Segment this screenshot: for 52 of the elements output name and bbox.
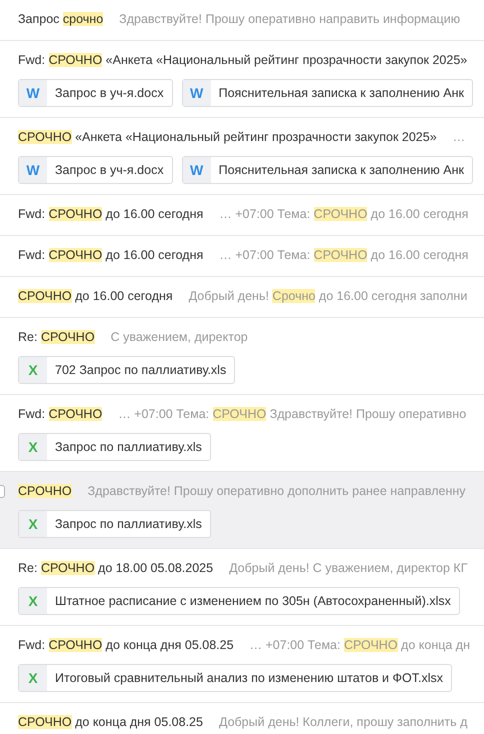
message-subject: СРОЧНО [18,483,72,500]
checkbox[interactable] [0,485,5,498]
message-preview: … +07:00 Тема: СРОЧНО до конца дн [250,637,470,654]
message-subject: Fwd: СРОЧНО [18,406,102,423]
message-subject: СРОЧНО до 16.00 сегодня [18,288,173,305]
attachment-name: Запрос в уч-я.docx [54,84,165,102]
message-preview: Добрый день! С уважением, директор КГ [229,560,468,577]
message-preview: Здравствуйте! Прошу оперативно направить информацию [119,11,460,28]
message-preview: … +07:00 Тема: СРОЧНО Здравствуйте! Прошу оперативно [118,406,466,423]
message-subject: Fwd: СРОЧНО до конца дня 05.08.25 [18,637,234,654]
attachment-chip[interactable]: X Штатное расписание с изменением по 305н (Автосохраненный).xlsx [18,587,460,615]
attachment-name: Штатное расписание с изменением по 305н (Автосохраненный).xlsx [54,592,452,610]
message-subject: СРОЧНО «Анкета «Национальный рейтинг прозрачности закупок 2025» [18,129,437,146]
file-type-icon: X [19,357,47,383]
file-type-icon: X [19,511,47,537]
attachment-name: Запрос по паллиативу.xls [54,438,203,456]
attachment-chip[interactable]: X Запрос по паллиативу.xls [18,510,211,538]
attachment-chip[interactable]: X Запрос по паллиативу.xls [18,433,211,461]
attachment-chip[interactable]: W Запрос в уч-я.docx [18,79,173,107]
message-subject: Re: СРОЧНО до 18.00 05.08.2025 [18,560,214,577]
attachment-name: Пояснительная записка к заполнению Анк [218,162,465,179]
attachment-name: 702 Запрос по паллиативу.xls [54,362,228,379]
message-subject: Fwd: СРОЧНО до 16.00 сегодня [18,247,204,264]
file-type-icon: W [19,80,47,106]
attachment-chip[interactable]: X 702 Запрос по паллиативу.xls [18,356,236,384]
file-type-icon: W [182,157,211,183]
attachment-name: Пояснительная записка к заполнению Анк [218,84,465,102]
message-preview: … +07:00 Тема: СРОЧНО до 16.00 сегодня [219,247,468,264]
message-preview: Добрый день! Коллеги, прошу заполнить д [218,714,468,731]
message-preview: С уважением, директор [110,329,248,346]
message-preview: Добрый день! Срочно до 16.00 сегодня заполни [188,288,468,305]
attachment-chip[interactable]: W Пояснительная записка к заполнению Анк [182,156,473,184]
attachment-chip[interactable]: W Пояснительная записка к заполнению Анк [182,79,473,107]
message-subject: Fwd: СРОЧНО «Анкета «Национальный рейтинг прозрачности закупок 2025» [18,52,468,69]
file-type-icon: X [19,588,47,614]
file-type-icon: X [19,665,47,691]
attachment-name: Итоговый сравнительный анализ по изменению штатов и ФОТ.xlsx [54,670,444,687]
message-subject: СРОЧНО до конца дня 05.08.25 [18,714,203,731]
message-row[interactable]: СРОЧНО Здравствуйте! Прошу оперативно дополнить ранее направленну X Запрос по паллиативу.xls [0,472,484,549]
attachment-chip[interactable]: W Запрос в уч-я.docx [18,156,173,184]
message-subject: Re: СРОЧНО [18,329,95,346]
message-subject: Запрос срочно [18,11,104,28]
attachment-name: Запрос по паллиативу.xls [54,516,203,533]
attachment-chip[interactable]: X Итоговый сравнительный анализ по изменению штатов и ФОТ.xlsx [18,664,452,692]
attachment-name: Запрос в уч-я.docx [54,162,165,179]
message-preview: Здравствуйте! Прошу оперативно дополнить ранее направленну [88,483,466,500]
message-subject: Fwd: СРОЧНО до 16.00 сегодня [18,206,204,223]
message-preview: … +07:00 Тема: СРОЧНО до 16.00 сегодня [219,206,468,223]
file-type-icon: X [19,434,47,460]
file-type-icon: W [19,157,47,183]
message-preview: … [452,129,466,146]
file-type-icon: W [182,80,211,106]
